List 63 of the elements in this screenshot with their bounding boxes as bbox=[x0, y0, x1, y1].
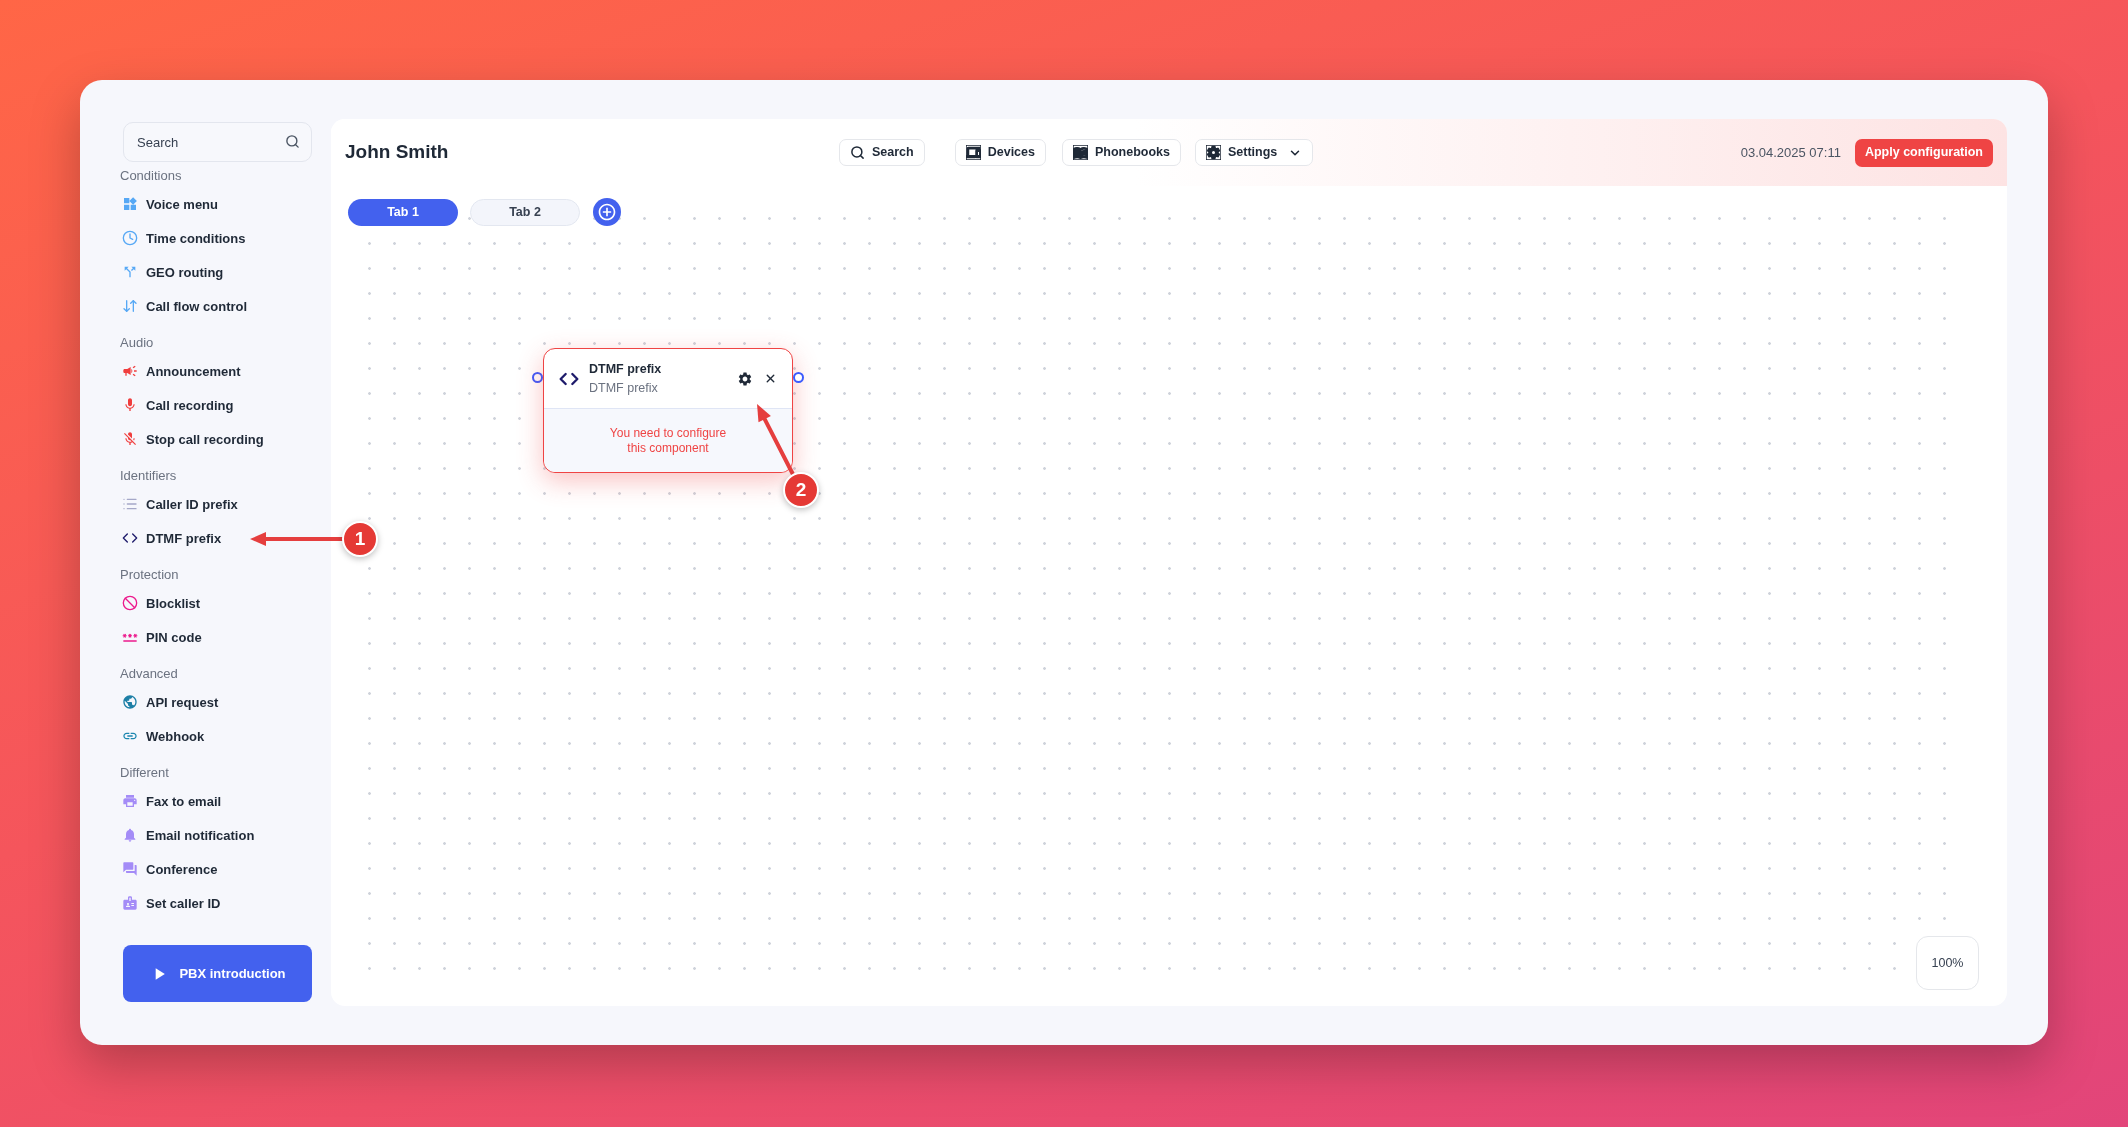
sidebar-item[interactable]: API request bbox=[122, 694, 219, 710]
sidebar-item[interactable]: GEO routing bbox=[122, 264, 224, 280]
search-icon bbox=[285, 134, 300, 149]
sidebar-item[interactable]: Caller ID prefix bbox=[122, 496, 238, 512]
sidebar-item[interactable]: Announcement bbox=[122, 363, 241, 379]
sidebar-item[interactable]: DTMF prefix bbox=[122, 530, 222, 546]
sidebar-item[interactable]: Conference bbox=[122, 861, 218, 877]
sidebar-item[interactable]: Time conditions bbox=[122, 230, 246, 246]
clock-icon bbox=[122, 230, 138, 246]
sidebar-item[interactable]: Voice menu bbox=[122, 196, 218, 212]
close-icon[interactable] bbox=[764, 372, 777, 385]
id-badge-icon bbox=[122, 895, 138, 911]
sidebar-item[interactable]: PIN code bbox=[122, 629, 202, 645]
devices-icon bbox=[965, 145, 981, 160]
sidebar-section-heading: Advanced bbox=[120, 667, 178, 680]
sidebar-item[interactable]: Set caller ID bbox=[122, 895, 221, 911]
code-icon bbox=[122, 530, 138, 546]
microphone-off-icon bbox=[122, 431, 138, 447]
bell-icon bbox=[122, 827, 138, 843]
sidebar-item[interactable]: Email notification bbox=[122, 827, 255, 843]
timestamp: 03.04.2025 07:11 bbox=[1740, 143, 1841, 162]
sidebar-section-heading: Conditions bbox=[120, 169, 182, 182]
widgets-icon bbox=[122, 196, 138, 212]
configuration-warning: You need to configure this component bbox=[608, 425, 728, 456]
user-name-title: John Smith bbox=[345, 140, 449, 165]
pbx-introduction-button[interactable]: PBX introduction bbox=[123, 945, 312, 1002]
sidebar-section-heading: Audio bbox=[120, 336, 154, 349]
flow-node[interactable]: DTMF prefix DTMF prefix You need to configure this component bbox=[543, 348, 793, 473]
settings-icon bbox=[1206, 145, 1221, 160]
zoom-level-indicator[interactable]: 100% bbox=[1916, 936, 1979, 990]
node-subtitle: DTMF prefix bbox=[589, 382, 659, 395]
sidebar-item[interactable]: Stop call recording bbox=[122, 431, 264, 447]
split-arrow-icon bbox=[122, 264, 138, 280]
sidebar-item[interactable]: Blocklist bbox=[122, 595, 201, 611]
apply-configuration-button[interactable]: Apply configuration bbox=[1854, 138, 1993, 167]
canvas-tab[interactable]: Tab 2 bbox=[470, 198, 580, 226]
prohibited-icon bbox=[122, 595, 138, 611]
up-down-arrows-icon bbox=[122, 298, 138, 314]
open-book-icon bbox=[1072, 145, 1088, 160]
connection-handle[interactable] bbox=[793, 372, 804, 383]
sidebar-section-heading: Different bbox=[120, 766, 169, 779]
sidebar-item[interactable]: Call recording bbox=[122, 397, 234, 413]
add-tab-button[interactable] bbox=[593, 198, 621, 226]
sidebar-item[interactable]: Call flow control bbox=[122, 298, 248, 314]
printer-icon bbox=[122, 793, 138, 809]
toolbar-button[interactable]: Search bbox=[839, 139, 925, 166]
globe-icon bbox=[122, 694, 138, 710]
microphone-icon bbox=[122, 397, 138, 413]
toolbar-button[interactable]: Phonebooks bbox=[1061, 139, 1181, 166]
search-field[interactable]: Search bbox=[123, 122, 312, 162]
toolbar-button[interactable]: Devices bbox=[954, 139, 1046, 166]
search-icon bbox=[850, 145, 865, 160]
canvas-tab[interactable]: Tab 1 bbox=[348, 198, 458, 226]
chat-bubbles-icon bbox=[122, 861, 138, 877]
list-icon bbox=[122, 496, 138, 512]
sidebar-section-heading: Protection bbox=[120, 568, 179, 581]
sidebar-item[interactable]: Webhook bbox=[122, 728, 205, 744]
settings-icon[interactable] bbox=[737, 370, 753, 387]
toolbar-button[interactable]: Settings bbox=[1195, 139, 1314, 166]
sidebar-section-heading: Identifiers bbox=[120, 469, 177, 482]
sidebar-item[interactable]: Fax to email bbox=[122, 793, 222, 809]
megaphone-icon bbox=[122, 363, 138, 379]
node-title: DTMF prefix bbox=[589, 362, 662, 375]
